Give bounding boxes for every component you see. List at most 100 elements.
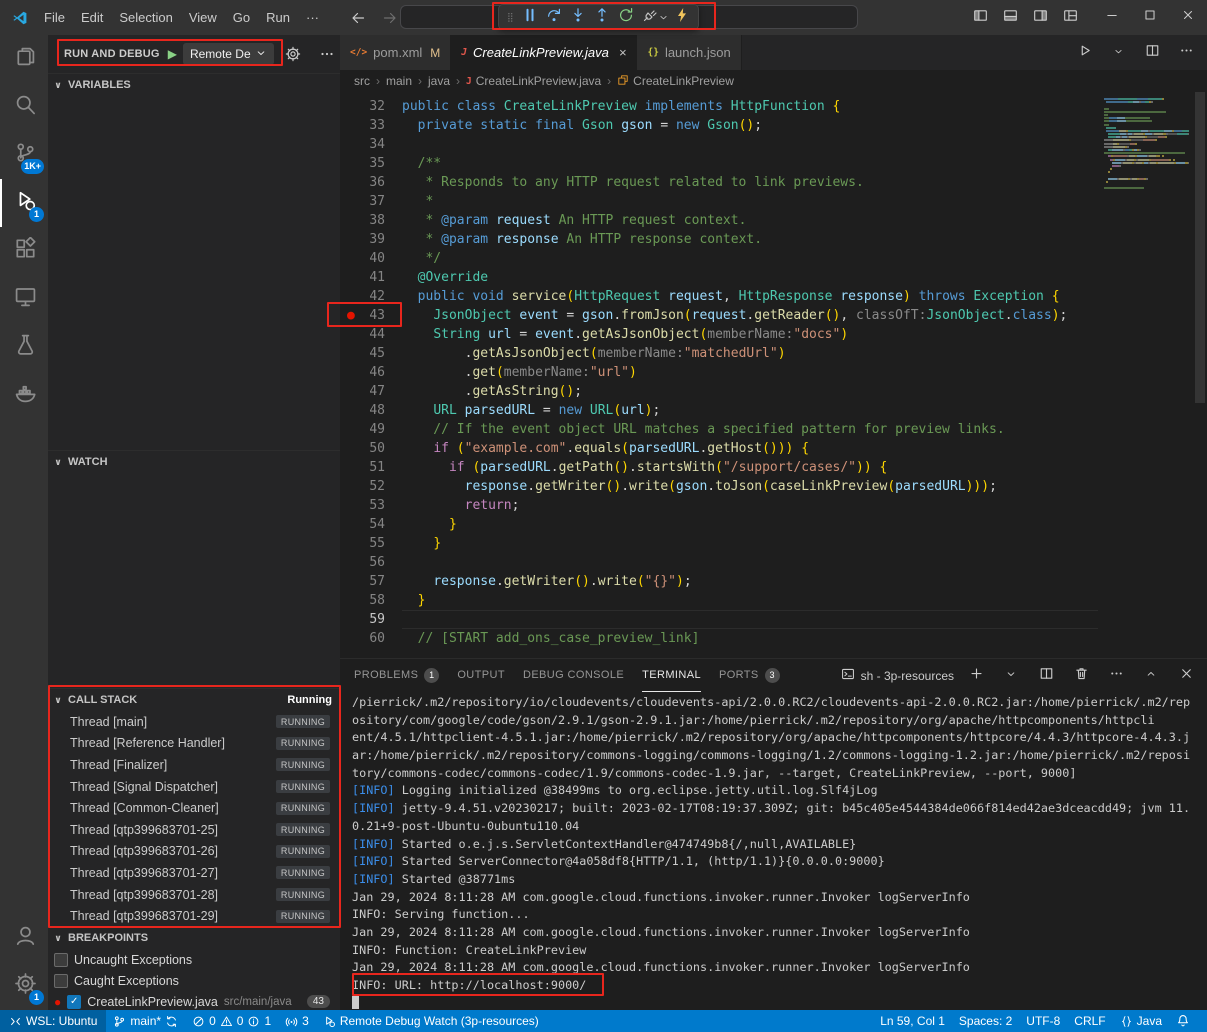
activity-explorer[interactable] [0,35,48,83]
problems-indicator[interactable]: 0 0 1 [185,1010,278,1032]
breakpoint-checkbox[interactable] [54,953,68,967]
line-number[interactable]: 45 [340,344,402,363]
breakpoint-item[interactable]: Caught Exceptions [48,970,340,991]
code-line[interactable]: .getAsJsonObject(memberName:"matchedUrl"… [402,344,1098,363]
code-line[interactable]: .getAsString(); [402,382,1098,401]
code-line[interactable]: // [START add_ons_case_preview_link] [402,629,1098,648]
line-number[interactable]: 53 [340,496,402,515]
line-number[interactable]: 37 [340,192,402,211]
line-number[interactable]: 34 [340,135,402,154]
line-number[interactable]: 33 [340,116,402,135]
debug-settings-button[interactable] [280,41,306,67]
code-line[interactable]: public class CreateLinkPreview implement… [402,97,1098,116]
menu-run[interactable]: Run [258,6,298,29]
code-line[interactable]: response.getWriter().write("{}"); [402,572,1098,591]
editor-gutter[interactable]: 3233343536373839404142●43444546474849505… [340,92,402,658]
run-button[interactable] [1071,40,1097,66]
code-line[interactable]: if ("example.com".equals(parsedURL.getHo… [402,439,1098,458]
notifications-bell[interactable] [1169,1010,1197,1032]
line-number[interactable]: 40 [340,249,402,268]
menu-selection[interactable]: Selection [111,6,180,29]
language-indicator[interactable]: Java [1113,1010,1169,1032]
layout-button[interactable] [1057,5,1083,31]
code-line[interactable]: @Override [402,268,1098,287]
menu-more[interactable]: ··· [298,6,327,29]
line-number[interactable]: 52 [340,477,402,496]
call-stack-thread[interactable]: Thread [Common-Cleaner]RUNNING [48,797,340,819]
panel-tab-problems[interactable]: PROBLEMS1 [354,659,439,692]
tab-launch.json[interactable]: {}launch.json [637,35,741,70]
code-line[interactable]: * [402,192,1098,211]
breakpoints-header[interactable]: ∨BREAKPOINTS [48,927,340,949]
toggle-sidebar-button[interactable] [967,5,993,31]
menu-go[interactable]: Go [225,6,258,29]
ports-indicator[interactable]: 3 [278,1010,316,1032]
debug-session-indicator[interactable]: Remote Debug Watch (3p-resources) [316,1010,546,1032]
activity-settings[interactable]: 1 [0,962,48,1010]
eol-indicator[interactable]: CRLF [1067,1010,1112,1032]
breakpoint-item[interactable]: Uncaught Exceptions [48,949,340,970]
code-line[interactable] [402,553,1098,572]
call-stack-thread[interactable]: Thread [qtp399683701-28]RUNNING [48,884,340,906]
tab-pom.xml[interactable]: </>pom.xmlM [340,35,451,70]
panel-close-button[interactable] [1173,663,1199,689]
start-debug-button[interactable]: ▶ [168,47,177,61]
toggle-panel-button[interactable] [997,5,1023,31]
breadcrumb-item[interactable]: JCreateLinkPreview.java [466,74,601,88]
code-line[interactable]: * Responds to any HTTP request related t… [402,173,1098,192]
menu-file[interactable]: File [36,6,73,29]
line-number[interactable]: 49 [340,420,402,439]
code-line[interactable]: URL parsedURL = new URL(url); [402,401,1098,420]
code-line[interactable]: String url = event.getAsJsonObject(membe… [402,325,1098,344]
line-number[interactable]: 32 [340,97,402,116]
panel-split-button[interactable] [1033,663,1059,689]
line-number[interactable]: 58 [340,591,402,610]
indentation-indicator[interactable]: Spaces: 2 [952,1010,1019,1032]
line-number[interactable]: 50 [340,439,402,458]
line-number[interactable]: 36 [340,173,402,192]
line-number[interactable]: 57 [340,572,402,591]
activity-search[interactable] [0,83,48,131]
code-line[interactable]: } [402,534,1098,553]
variables-header[interactable]: ∨VARIABLES [48,74,340,96]
activity-docker[interactable] [0,371,48,419]
code-line[interactable]: /** [402,154,1098,173]
line-number[interactable]: 55 [340,534,402,553]
watch-header[interactable]: ∨WATCH [48,451,340,473]
chevron-down-icon[interactable] [658,12,670,23]
code-line[interactable]: response.getWriter().write(gson.toJson(c… [402,477,1098,496]
editor-scrollbar[interactable] [1193,92,1207,658]
code-line[interactable]: * @param request An HTTP request context… [402,211,1098,230]
call-stack-thread[interactable]: Thread [Reference Handler]RUNNING [48,733,340,755]
line-number[interactable]: 60 [340,629,402,648]
code-line[interactable]: // If the event object URL matches a spe… [402,420,1098,439]
line-number[interactable]: 42 [340,287,402,306]
toolbar-drag-handle[interactable]: ⣿ [507,12,515,23]
call-stack-thread[interactable]: Thread [Signal Dispatcher]RUNNING [48,776,340,798]
code-line[interactable]: private static final Gson gson = new Gso… [402,116,1098,135]
code-line[interactable]: * @param response An HTTP response conte… [402,230,1098,249]
encoding-indicator[interactable]: UTF-8 [1019,1010,1067,1032]
code-line[interactable]: */ [402,249,1098,268]
terminal-content[interactable]: /pierrick/.m2/repository/io/cloudevents/… [340,692,1207,1010]
panel-tab-output[interactable]: OUTPUT [457,659,505,692]
activity-source-control[interactable]: 1K+ [0,131,48,179]
panel-tab-ports[interactable]: PORTS3 [719,659,780,692]
activity-run-and-debug[interactable]: 1 [0,179,48,227]
panel-tab-terminal[interactable]: TERMINAL [642,659,701,692]
hot-code-replace-button[interactable] [670,6,694,28]
minimap[interactable] [1098,92,1193,658]
step-out-button[interactable] [590,6,614,28]
step-over-button[interactable] [542,6,566,28]
code-line[interactable]: public void service(HttpRequest request,… [402,287,1098,306]
call-stack-thread[interactable]: Thread [qtp399683701-26]RUNNING [48,841,340,863]
line-number[interactable]: 48 [340,401,402,420]
split-button[interactable] [1139,40,1165,66]
panel-trash-button[interactable] [1068,663,1094,689]
activity-account[interactable] [0,914,48,962]
pause-button[interactable] [518,6,542,28]
activity-extensions[interactable] [0,227,48,275]
navigate-back-button[interactable] [345,5,371,31]
line-number[interactable]: 54 [340,515,402,534]
activity-testing[interactable] [0,323,48,371]
